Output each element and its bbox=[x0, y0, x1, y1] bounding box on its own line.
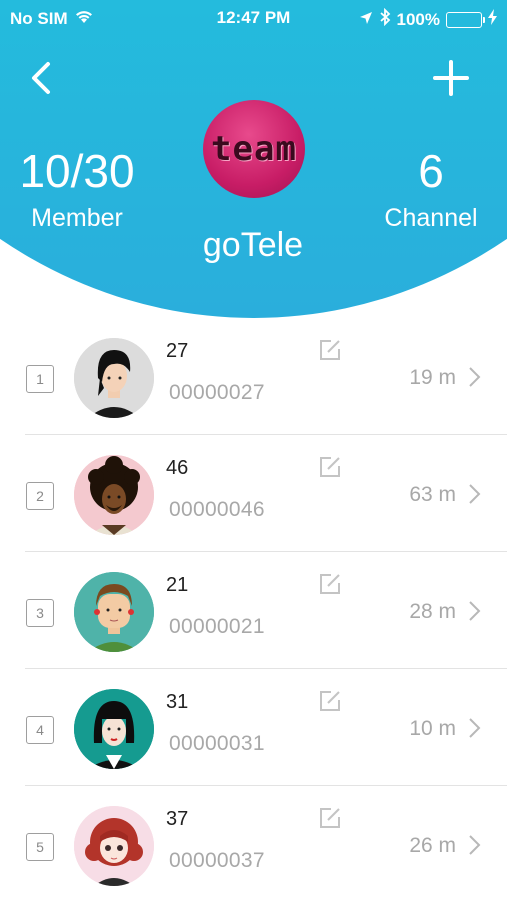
avatar-afro-man bbox=[74, 455, 154, 535]
status-bar: No SIM 12:47 PM 100% bbox=[0, 0, 507, 36]
channels-label: Channel bbox=[384, 204, 478, 232]
members-stat: 10/30 Member bbox=[12, 148, 142, 233]
member-row[interactable]: 3 21 00000021 28 m bbox=[0, 552, 507, 669]
member-index: 5 bbox=[26, 833, 54, 861]
avatar-red-hair-girl bbox=[74, 806, 154, 886]
member-name: 31 bbox=[166, 691, 189, 713]
member-name: 37 bbox=[166, 808, 189, 830]
member-number: 00000021 bbox=[169, 615, 265, 638]
back-button[interactable] bbox=[26, 58, 60, 98]
member-list: 1 27 00000027 19 m 2 46 00000046 63 m 3 … bbox=[0, 318, 507, 900]
last-seen-time: 28 m bbox=[409, 600, 456, 623]
bluetooth-icon bbox=[379, 7, 391, 31]
member-number: 00000037 bbox=[169, 849, 265, 872]
avatar-brown-hair-man bbox=[74, 572, 154, 652]
location-arrow-icon bbox=[359, 10, 373, 30]
team-logo-text: team bbox=[211, 129, 297, 169]
member-name: 27 bbox=[166, 340, 189, 362]
last-seen-time: 10 m bbox=[409, 717, 456, 740]
last-seen-time: 19 m bbox=[409, 366, 456, 389]
member-row[interactable]: 1 27 00000027 19 m bbox=[0, 318, 507, 435]
battery-percent: 100% bbox=[396, 9, 440, 29]
member-index: 4 bbox=[26, 716, 54, 744]
members-label: Member bbox=[31, 204, 123, 232]
edit-icon[interactable] bbox=[318, 572, 342, 596]
chevron-right-icon bbox=[467, 600, 483, 622]
charging-bolt-icon bbox=[488, 9, 497, 30]
member-name: 21 bbox=[166, 574, 189, 596]
member-number: 00000027 bbox=[169, 381, 265, 404]
chevron-right-icon bbox=[467, 717, 483, 739]
edit-icon[interactable] bbox=[318, 806, 342, 830]
avatar-bob-hair-woman bbox=[74, 689, 154, 769]
team-logo[interactable]: team bbox=[203, 100, 305, 198]
member-row[interactable]: 4 31 00000031 10 m bbox=[0, 669, 507, 786]
chevron-right-icon bbox=[467, 366, 483, 388]
team-name: goTele bbox=[202, 226, 304, 264]
chevron-right-icon bbox=[467, 483, 483, 505]
plus-icon bbox=[433, 60, 469, 96]
edit-icon[interactable] bbox=[318, 455, 342, 479]
member-index: 3 bbox=[26, 599, 54, 627]
chevron-left-icon bbox=[32, 62, 50, 94]
member-index: 2 bbox=[26, 482, 54, 510]
edit-icon[interactable] bbox=[318, 338, 342, 362]
member-row[interactable]: 5 37 00000037 26 m bbox=[0, 786, 507, 900]
battery-icon bbox=[446, 11, 485, 28]
member-number: 00000046 bbox=[169, 498, 265, 521]
member-index: 1 bbox=[26, 365, 54, 393]
member-name: 46 bbox=[166, 457, 189, 479]
member-row[interactable]: 2 46 00000046 63 m bbox=[0, 435, 507, 552]
chevron-right-icon bbox=[467, 834, 483, 856]
add-member-button[interactable] bbox=[431, 58, 471, 98]
last-seen-time: 26 m bbox=[409, 834, 456, 857]
channels-stat: 6 Channel bbox=[376, 148, 486, 233]
last-seen-time: 63 m bbox=[409, 483, 456, 506]
members-count: 10/30 bbox=[19, 145, 135, 197]
member-number: 00000031 bbox=[169, 732, 265, 755]
avatar-black-hair-man bbox=[74, 338, 154, 418]
team-header: No SIM 12:47 PM 100% team 10/30 Member 6… bbox=[0, 0, 507, 320]
channels-count: 6 bbox=[418, 145, 444, 197]
edit-icon[interactable] bbox=[318, 689, 342, 713]
